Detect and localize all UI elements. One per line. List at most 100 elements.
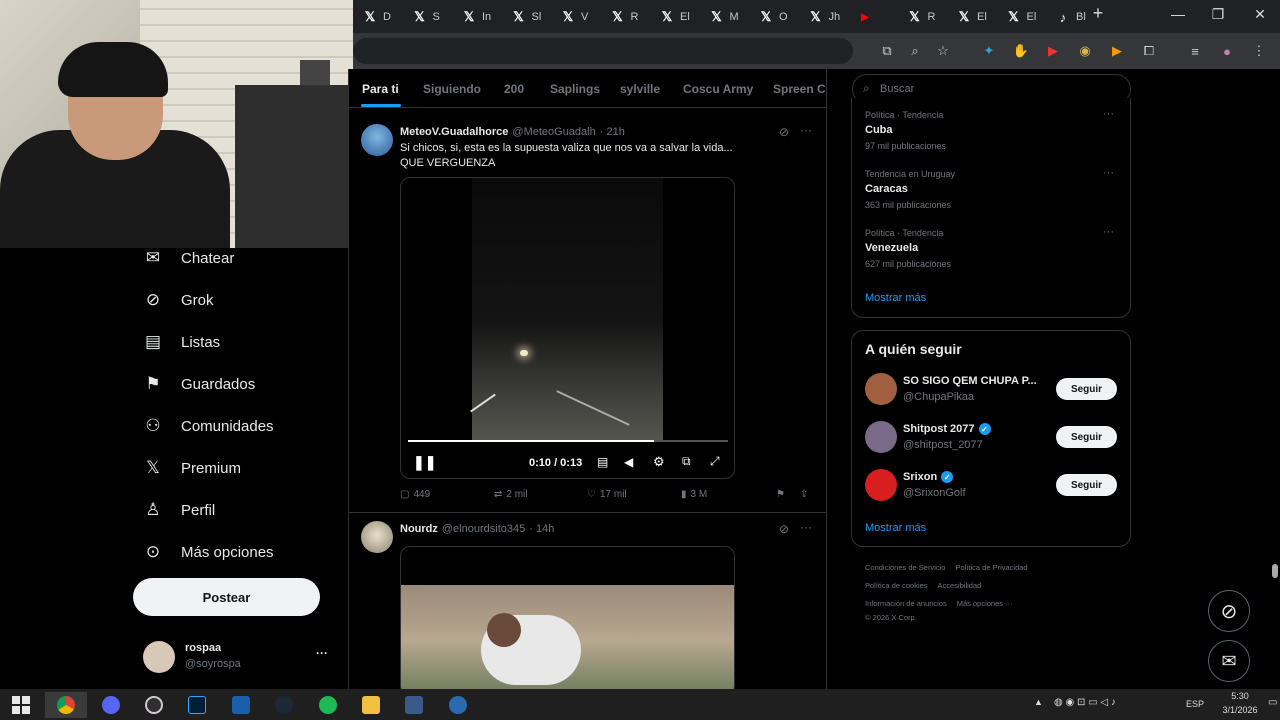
messages-float-button[interactable]: ✉ (1208, 640, 1250, 682)
browser-tab[interactable]: 𝕏 El (957, 6, 987, 28)
clock-time[interactable]: 5:30 (1216, 691, 1264, 701)
nav-item-guardados[interactable]: ⚑ Guardados (143, 370, 255, 398)
tweet-author-name[interactable]: Nourdz (400, 523, 438, 535)
extension-play-icon[interactable]: ▶ (1108, 42, 1126, 60)
browser-tab[interactable]: 𝕏 El (660, 6, 690, 28)
trend-more-icon[interactable]: ··· (1103, 167, 1114, 179)
bookmark-icon[interactable]: ⚑ (776, 489, 785, 500)
timeline-tab[interactable]: Saplings (550, 82, 600, 96)
spotify-taskbar-icon[interactable] (307, 692, 349, 718)
post-button[interactable]: Postear (133, 578, 320, 616)
bookmark-star-icon[interactable]: ☆ (934, 42, 952, 60)
timeline-tab[interactable]: Spreen Cl (773, 82, 826, 96)
browser-tab[interactable]: ♪ Bl (1056, 6, 1086, 28)
reply-action[interactable]: ▢ 449 (400, 489, 430, 500)
follow-name-row[interactable]: Shitpost 2077 ✓ (903, 423, 991, 435)
trends-show-more-link[interactable]: Mostrar más (865, 292, 926, 304)
tweet-time[interactable]: · 14h (529, 523, 554, 535)
like-action[interactable]: ♡ 17 mil (587, 489, 627, 500)
grok-icon[interactable]: ⊘ (779, 125, 789, 139)
browser-tab[interactable]: 𝕏M (710, 6, 738, 28)
follow-avatar[interactable] (865, 421, 897, 453)
footer-link-ads-info[interactable]: Información de anuncios (865, 599, 947, 608)
timeline-tab[interactable]: Coscu Army (683, 82, 753, 96)
grok-icon[interactable]: ⊘ (779, 522, 789, 536)
file-explorer-taskbar-icon[interactable] (350, 692, 392, 718)
video-progress-track[interactable] (408, 440, 728, 442)
tweet-more-icon[interactable]: ··· (800, 123, 812, 137)
address-bar[interactable] (353, 38, 853, 64)
tweet-video-player[interactable] (400, 546, 735, 689)
follow-account-handle[interactable]: @shitpost_2077 (903, 439, 983, 451)
tweet-time[interactable]: · 21h (600, 126, 625, 138)
minimize-button[interactable]: — (1168, 6, 1188, 22)
extension-video-icon[interactable]: ▶ (1044, 42, 1062, 60)
nav-item-comunidades[interactable]: ⚇ Comunidades (143, 412, 273, 440)
language-indicator[interactable]: ESP (1186, 699, 1204, 709)
account-avatar[interactable] (143, 641, 175, 673)
footer-link-cookies[interactable]: Política de cookies (865, 581, 928, 590)
tray-icons[interactable]: ◍ ◉ ⊡ ▭ ◁ ♪ (1054, 697, 1116, 708)
browser-tab[interactable]: 𝕏 El (1007, 6, 1036, 28)
nav-item-listas[interactable]: ▤ Listas (143, 328, 220, 356)
steam-taskbar-icon[interactable] (263, 692, 305, 718)
nav-item-chatear[interactable]: ✉ Chatear (143, 244, 235, 272)
follow-button[interactable]: Seguir (1056, 426, 1117, 448)
picture-in-picture-icon[interactable]: ⧉ (682, 454, 691, 469)
scrollbar-thumb[interactable] (1272, 564, 1278, 578)
clock-date[interactable]: 3/1/2026 (1210, 705, 1270, 715)
cast-icon[interactable]: ⧉ (878, 42, 896, 60)
browser-tab[interactable]: 𝕏D (363, 6, 391, 28)
views-action[interactable]: ▮ 3 M (681, 489, 707, 500)
follow-button[interactable]: Seguir (1056, 378, 1117, 400)
game-taskbar-icon[interactable] (393, 692, 435, 718)
obs-taskbar-icon[interactable] (133, 692, 175, 718)
footer-link-accessibility[interactable]: Accesibilidad (938, 581, 982, 590)
app-taskbar-icon[interactable] (437, 692, 479, 718)
browser-tab[interactable]: 𝕏 Sl (512, 6, 541, 28)
nav-item-grok[interactable]: ⊘ Grok (143, 286, 214, 314)
photoshop-taskbar-icon[interactable] (176, 692, 218, 718)
tweet-more-icon[interactable]: ··· (800, 520, 812, 534)
footer-link-terms[interactable]: Condiciones de Servicio (865, 563, 945, 572)
timeline-tab[interactable]: sylville (620, 82, 660, 96)
follow-name-row[interactable]: SO SIGO QEM CHUPA P... (903, 375, 1037, 387)
captions-icon[interactable]: ▤ (597, 455, 608, 469)
browser-tab[interactable]: 𝕏V (561, 6, 589, 28)
browser-tab[interactable]: 𝕏R (908, 6, 935, 28)
browser-tab[interactable]: ▶ (858, 6, 878, 28)
timeline-tab[interactable]: Siguiendo (423, 82, 481, 96)
profile-avatar-icon[interactable]: ● (1218, 42, 1236, 60)
fullscreen-icon[interactable]: ⤢ (710, 454, 720, 469)
follow-avatar[interactable] (865, 469, 897, 501)
repost-action[interactable]: ⇄ 2 mil (494, 489, 528, 500)
vegas-taskbar-icon[interactable] (220, 692, 262, 718)
tweet-author-handle[interactable]: @MeteoGuadalh (512, 126, 595, 138)
chrome-taskbar-icon[interactable] (45, 692, 87, 718)
follow-account-handle[interactable]: @ChupaPikaa (903, 391, 974, 403)
maximize-button[interactable]: ❐ (1208, 6, 1228, 23)
timeline-tab[interactable]: Para ti (362, 82, 399, 96)
browser-tab[interactable]: 𝕏O (759, 6, 788, 28)
extension-eye-icon[interactable]: ◉ (1076, 42, 1094, 60)
nav-item-perfil[interactable]: ♙ Perfil (143, 496, 215, 524)
zoom-icon[interactable]: ⌕ (906, 42, 924, 60)
follow-account-handle[interactable]: @SrixonGolf (903, 487, 966, 499)
notifications-icon[interactable]: ▭ (1268, 697, 1277, 708)
browser-tab[interactable]: 𝕏 Jh (809, 6, 840, 28)
mute-icon[interactable]: ◀ (624, 455, 633, 469)
nav-item-mas-opciones[interactable]: ⊙ Más opciones (143, 538, 274, 566)
browser-menu-icon[interactable]: ⋮ (1250, 42, 1268, 60)
share-icon[interactable]: ⇪ (800, 489, 808, 500)
follow-avatar[interactable] (865, 373, 897, 405)
footer-link-more[interactable]: Más opciones ··· (957, 599, 1013, 608)
trend-more-icon[interactable]: ··· (1103, 226, 1114, 238)
start-button[interactable] (0, 692, 42, 718)
new-tab-button[interactable]: + (1088, 3, 1108, 24)
footer-link-privacy[interactable]: Política de Privacidad (955, 563, 1027, 572)
follow-name-row[interactable]: Srixon ✓ (903, 471, 954, 483)
follow-show-more-link[interactable]: Mostrar más (865, 522, 926, 534)
browser-tab[interactable]: 𝕏S (413, 6, 440, 28)
tweet-avatar[interactable] (361, 521, 393, 553)
page-scrollbar[interactable] (1270, 69, 1280, 689)
